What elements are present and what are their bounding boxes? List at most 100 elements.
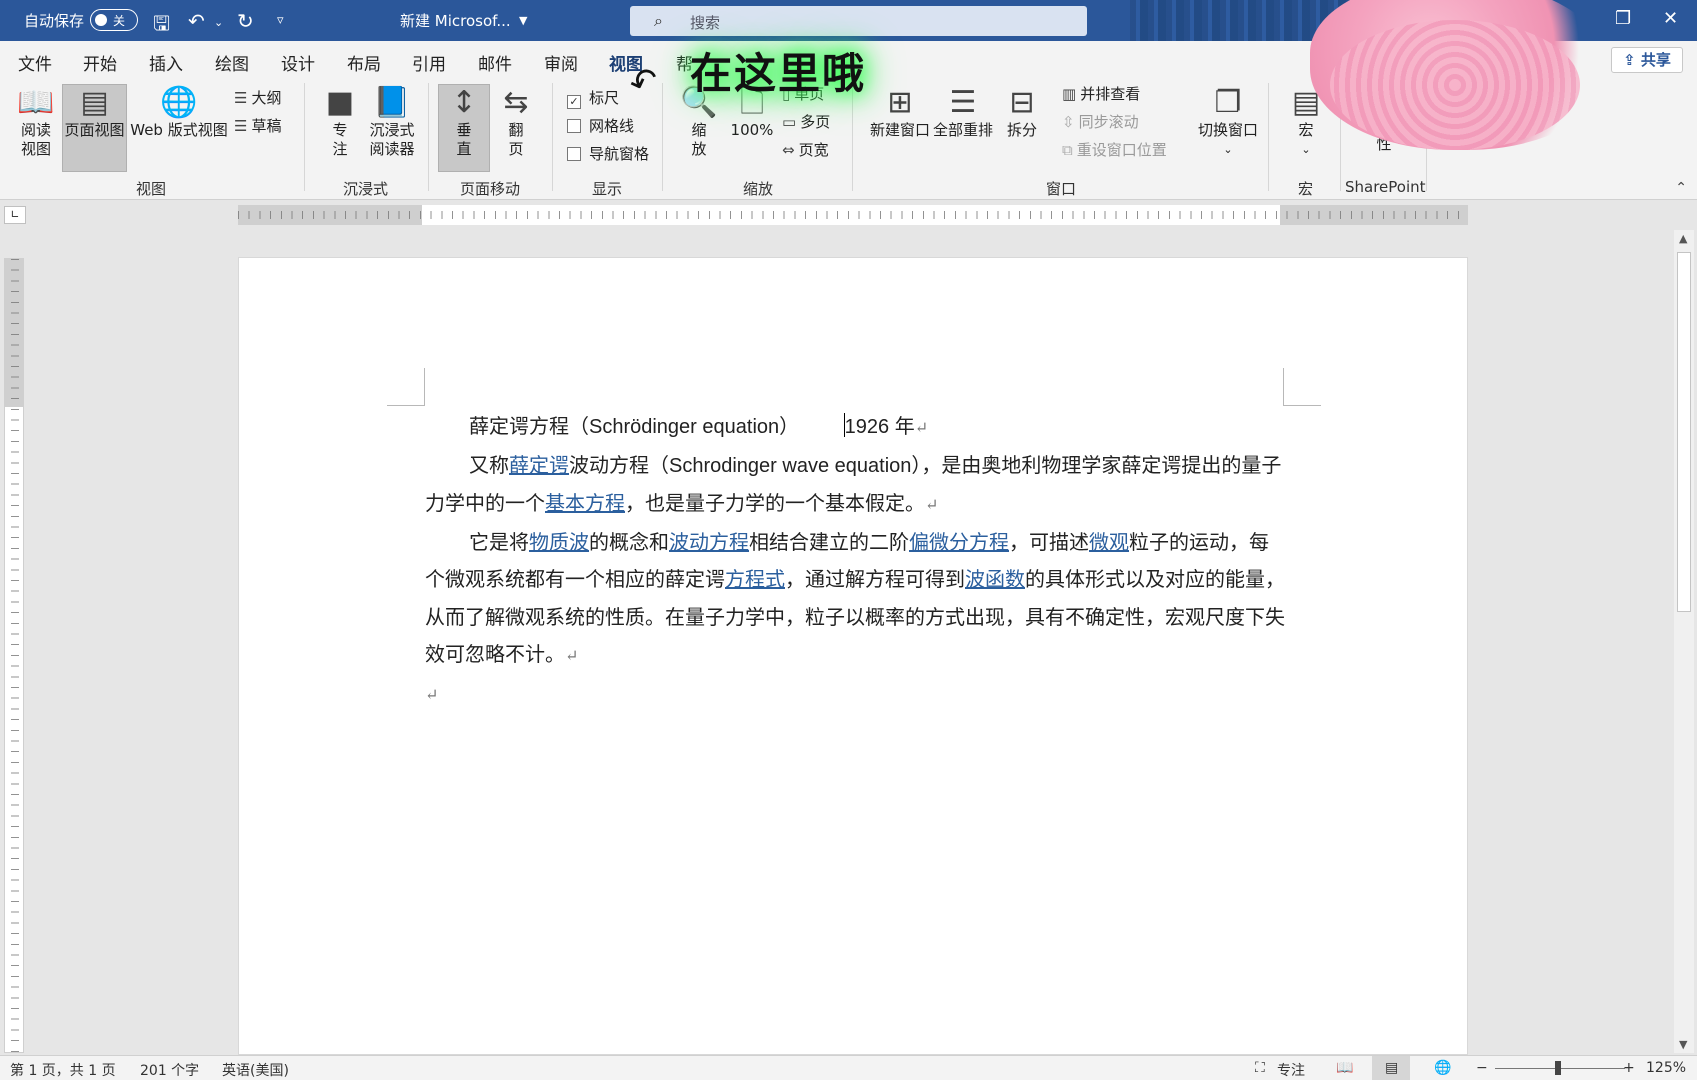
paragraph-mark: ↵: [425, 684, 439, 704]
draft-button[interactable]: ☰ 草稿: [234, 115, 281, 136]
customize-toolbar-icon[interactable]: ▿: [277, 13, 284, 28]
group-label-show: 显示: [592, 180, 623, 198]
page-count[interactable]: 第 1 页，共 1 页: [10, 1060, 116, 1080]
paragraph-mark: ↵: [565, 646, 579, 665]
title-dropdown-icon[interactable]: ▼: [519, 14, 527, 27]
document-title[interactable]: 新建 Microsof...: [400, 10, 511, 31]
hyperlink-schrodinger[interactable]: 薛定谔: [509, 453, 569, 477]
focus-mode-icon[interactable]: ⛶: [1255, 1060, 1265, 1076]
text-run: 相结合建立的二阶: [749, 529, 909, 554]
collapse-ribbon-icon[interactable]: ⌃: [1675, 180, 1687, 196]
new-window-button[interactable]: ⊞ 新建窗口: [864, 85, 936, 140]
tab-references[interactable]: 引用: [412, 50, 446, 75]
zoom-out-button[interactable]: −: [1476, 1060, 1488, 1076]
web-layout-button[interactable]: 🌐 Web 版式视图: [129, 85, 229, 140]
side-by-side-icon: ▥: [1062, 85, 1077, 103]
close-window-icon[interactable]: ✕: [1663, 8, 1678, 29]
read-mode-view-icon[interactable]: 📖: [1336, 1060, 1353, 1076]
save-icon[interactable]: 🖫: [153, 9, 170, 43]
tab-mailings[interactable]: 邮件: [478, 50, 512, 75]
undo-icon[interactable]: ↶: [188, 9, 205, 33]
side-to-side-button[interactable]: ⇆ 翻 页: [494, 85, 538, 159]
restore-window-icon[interactable]: ❐: [1615, 8, 1631, 29]
hyperlink-microscopic[interactable]: 微观: [1089, 530, 1129, 554]
outline-button[interactable]: ☰ 大纲: [234, 87, 281, 108]
hyperlink-equation[interactable]: 方程式: [725, 567, 785, 591]
hyperlink-pde[interactable]: 偏微分方程: [909, 530, 1009, 554]
gridlines-label: 网格线: [589, 117, 635, 135]
immersive-reader-button[interactable]: 📘 沉浸式 阅读器: [364, 85, 420, 159]
text-run: ，可描述: [1009, 529, 1089, 554]
group-label-immersive: 沉浸式: [343, 180, 389, 198]
hyperlink-matter-wave[interactable]: 物质波: [529, 530, 589, 554]
reset-position-icon: ⧉: [1062, 141, 1073, 159]
scroll-up-icon[interactable]: ▲: [1679, 232, 1687, 245]
tab-draw[interactable]: 绘图: [215, 50, 249, 75]
read-mode-label-2: 视图: [20, 140, 51, 158]
zoom-level[interactable]: 125%: [1646, 1060, 1686, 1076]
hyperlink-basic-equation[interactable]: 基本方程: [545, 491, 625, 515]
language-indicator[interactable]: 英语(美国): [222, 1060, 289, 1080]
tab-file[interactable]: 文件: [18, 50, 52, 75]
ruler-label: 标尺: [589, 89, 620, 107]
hyperlink-wave-equation[interactable]: 波动方程: [669, 530, 749, 554]
text-run: ，也是量子力学的一个基本假定。: [625, 491, 925, 515]
tab-home[interactable]: 开始: [83, 50, 117, 75]
undo-dropdown-icon[interactable]: ⌄: [214, 16, 223, 29]
scroll-down-icon[interactable]: ▼: [1679, 1038, 1687, 1051]
arrange-all-button[interactable]: ☰ 全部重排: [930, 85, 996, 140]
vertical-button[interactable]: ↕ 垂 直: [438, 84, 490, 172]
side-by-side-label: 并排查看: [1080, 85, 1141, 103]
tab-review[interactable]: 审阅: [544, 50, 578, 75]
document-body[interactable]: 薛定谔方程（Schrödinger equation） 1926 年↵ 又称薛定…: [425, 408, 1285, 713]
print-layout-button[interactable]: ▤ 页面视图: [62, 84, 127, 172]
multiple-pages-button[interactable]: ▭ 多页: [782, 111, 830, 132]
gridlines-checkbox[interactable]: 网格线: [567, 115, 634, 136]
autosave-toggle[interactable]: 关: [90, 9, 138, 31]
tab-layout[interactable]: 布局: [347, 50, 381, 75]
autosave-label: 自动保存: [24, 12, 85, 30]
share-button[interactable]: ⇪ 共享: [1611, 47, 1683, 73]
zoom-in-button[interactable]: +: [1623, 1060, 1635, 1076]
ruler-checkbox[interactable]: ✓ 标尺: [567, 87, 619, 109]
draft-icon: ☰: [234, 117, 248, 135]
switch-windows-button[interactable]: ❐ 切换窗口 ⌄: [1196, 85, 1260, 159]
focus-button[interactable]: ■ 专 注: [318, 85, 362, 159]
horizontal-ruler[interactable]: [238, 205, 1468, 225]
tab-insert[interactable]: 插入: [149, 50, 183, 75]
scroll-thumb[interactable]: [1677, 252, 1691, 612]
status-bar: 第 1 页，共 1 页 201 个字 英语(美国) ⛶ 专注 📖 ▤ 🌐 − +…: [0, 1055, 1697, 1080]
focus-label-2: 注: [332, 140, 348, 158]
group-separator: [662, 83, 663, 191]
tab-design[interactable]: 设计: [281, 50, 315, 75]
focus-label-1: 专: [332, 121, 348, 139]
read-mode-button[interactable]: 📖 阅读 视图: [12, 85, 60, 159]
split-button[interactable]: ⊟ 拆分: [1000, 85, 1044, 140]
group-separator: [1268, 83, 1269, 191]
zoom-slider-thumb[interactable]: [1555, 1061, 1561, 1075]
reset-window-position-button[interactable]: ⧉ 重设窗口位置: [1062, 139, 1167, 160]
ruler-row: ∟: [0, 200, 1697, 228]
search-placeholder: 搜索: [690, 14, 721, 32]
sync-scroll-button[interactable]: ⇳ 同步滚动: [1062, 111, 1139, 132]
read-mode-icon: 📖: [17, 85, 55, 120]
navigation-pane-checkbox[interactable]: 导航窗格: [567, 143, 649, 164]
print-layout-view-icon[interactable]: ▤: [1385, 1060, 1398, 1076]
focus-mode-label[interactable]: 专注: [1277, 1060, 1305, 1080]
chevron-down-icon: ⌄: [1301, 143, 1311, 156]
view-side-by-side-button[interactable]: ▥ 并排查看: [1062, 83, 1140, 104]
page-width-button[interactable]: ⇔ 页宽: [782, 139, 829, 160]
group-label-page-movement: 页面移动: [460, 180, 521, 198]
document-page[interactable]: 薛定谔方程（Schrödinger equation） 1926 年↵ 又称薛定…: [238, 257, 1468, 1055]
hyperlink-wave-function[interactable]: 波函数: [965, 567, 1025, 591]
web-layout-icon: 🌐: [160, 85, 198, 120]
redo-icon[interactable]: ↻: [237, 9, 254, 33]
vertical-scrollbar[interactable]: ▲ ▼: [1674, 230, 1694, 1053]
web-layout-view-icon[interactable]: 🌐: [1434, 1060, 1451, 1076]
page-width-label: 页宽: [798, 141, 829, 159]
tab-selector[interactable]: ∟: [4, 206, 26, 224]
vertical-ruler[interactable]: [4, 258, 24, 1054]
zoom-label-1: 缩: [691, 121, 707, 139]
search-box[interactable]: ⌕ 搜索: [630, 6, 1087, 36]
word-count[interactable]: 201 个字: [140, 1060, 199, 1080]
